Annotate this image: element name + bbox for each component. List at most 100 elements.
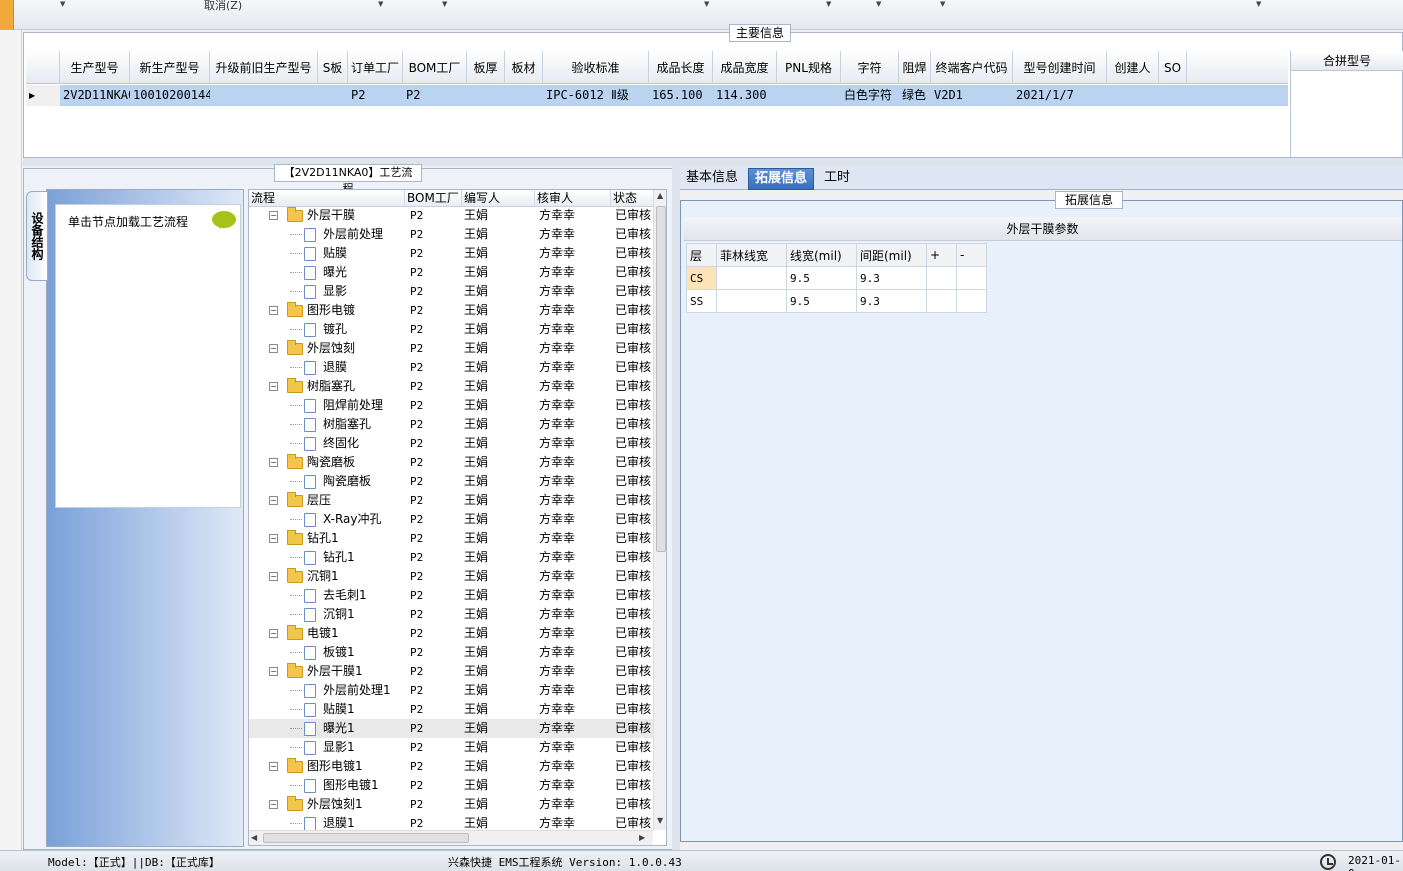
- tree-row[interactable]: 显影1 P2 王娟 方幸幸 已审核: [249, 738, 653, 757]
- scroll-down-icon[interactable]: ▼: [657, 816, 663, 825]
- collapse-toggle-icon[interactable]: −: [269, 458, 278, 467]
- main-cell[interactable]: [505, 85, 543, 106]
- tree-row[interactable]: 图形电镀1 P2 王娟 方幸幸 已审核: [249, 776, 653, 795]
- main-cell[interactable]: [777, 85, 841, 106]
- main-cell[interactable]: 绿色: [899, 85, 931, 106]
- main-cell[interactable]: 114.300: [713, 85, 777, 106]
- main-col-header[interactable]: 订单工厂: [348, 51, 403, 84]
- scroll-thumb[interactable]: [263, 833, 469, 843]
- main-col-header[interactable]: 终端客户代码: [931, 51, 1013, 84]
- dropdown-arrow-icon[interactable]: ▼: [378, 0, 383, 8]
- main-cell[interactable]: 2V2D11NKA0: [60, 85, 130, 106]
- tree-row[interactable]: 去毛刺1 P2 王娟 方幸幸 已审核: [249, 586, 653, 605]
- collapse-toggle-icon[interactable]: −: [269, 762, 278, 771]
- collapse-toggle-icon[interactable]: −: [269, 211, 278, 220]
- line-width-cell[interactable]: 9.5: [786, 266, 857, 290]
- horizontal-scrollbar[interactable]: ◀ ▶: [249, 830, 653, 845]
- main-col-header[interactable]: 成品长度: [649, 51, 713, 84]
- main-col-header[interactable]: 新生产型号: [130, 51, 210, 84]
- main-col-header[interactable]: BOM工厂: [403, 51, 467, 84]
- tree-row[interactable]: 镀孔 P2 王娟 方幸幸 已审核: [249, 320, 653, 339]
- film-line-width-cell[interactable]: [716, 266, 787, 290]
- tree-row[interactable]: − 外层干膜 P2 王娟 方幸幸 已审核: [249, 206, 653, 225]
- spacing-cell[interactable]: 9.3: [856, 289, 927, 313]
- remove-column-button[interactable]: -: [956, 243, 987, 267]
- main-cell[interactable]: [210, 85, 318, 106]
- row-selector-icon[interactable]: ▶: [26, 85, 60, 106]
- tree-row[interactable]: − 层压 P2 王娟 方幸幸 已审核: [249, 491, 653, 510]
- main-cell[interactable]: 白色字符: [841, 85, 899, 106]
- device-tree-box[interactable]: 单击节点加载工艺流程: [55, 204, 241, 508]
- main-cell[interactable]: [467, 85, 505, 106]
- spacing-cell[interactable]: 9.3: [856, 266, 927, 290]
- vertical-splitter[interactable]: [672, 166, 680, 850]
- plus-cell[interactable]: [926, 289, 957, 313]
- main-cell[interactable]: 10010200144624: [130, 85, 210, 106]
- tree-row[interactable]: X-Ray冲孔 P2 王娟 方幸幸 已审核: [249, 510, 653, 529]
- main-col-header[interactable]: 验收标准: [543, 51, 649, 84]
- collapse-toggle-icon[interactable]: −: [269, 667, 278, 676]
- main-col-header[interactable]: S板: [318, 51, 348, 84]
- tree-row[interactable]: − 图形电镀 P2 王娟 方幸幸 已审核: [249, 301, 653, 320]
- film-line-width-cell[interactable]: [716, 289, 787, 313]
- tab-work-hours[interactable]: 工时: [818, 168, 856, 190]
- tree-row[interactable]: 贴膜 P2 王娟 方幸幸 已审核: [249, 244, 653, 263]
- col-reviewer[interactable]: 核审人: [535, 190, 611, 207]
- main-cell[interactable]: V2D1: [931, 85, 1013, 106]
- layer-cell[interactable]: CS: [686, 266, 717, 290]
- tab-device-structure[interactable]: 设备结构: [26, 191, 48, 281]
- main-col-header[interactable]: 板厚: [467, 51, 505, 84]
- main-cell[interactable]: IPC-6012 Ⅱ级: [543, 85, 649, 106]
- plus-cell[interactable]: [926, 266, 957, 290]
- tree-row[interactable]: 外层前处理 P2 王娟 方幸幸 已审核: [249, 225, 653, 244]
- main-col-header[interactable]: 板材: [505, 51, 543, 84]
- scroll-right-icon[interactable]: ▶: [639, 833, 645, 842]
- col-bom-factory[interactable]: BOM工厂: [405, 190, 462, 207]
- tab-extended-info[interactable]: 拓展信息: [748, 168, 815, 190]
- main-cell[interactable]: [318, 85, 348, 106]
- dropdown-arrow-icon[interactable]: ▼: [1256, 0, 1261, 8]
- main-cell[interactable]: 2021/1/7: [1013, 85, 1107, 106]
- main-cell[interactable]: [1159, 85, 1187, 106]
- tree-row[interactable]: − 电镀1 P2 王娟 方幸幸 已审核: [249, 624, 653, 643]
- main-cell[interactable]: P2: [348, 85, 403, 106]
- tree-row[interactable]: 外层前处理1 P2 王娟 方幸幸 已审核: [249, 681, 653, 700]
- main-cell[interactable]: P2: [403, 85, 467, 106]
- tree-row[interactable]: − 外层蚀刻1 P2 王娟 方幸幸 已审核: [249, 795, 653, 814]
- main-col-header[interactable]: 阻焊: [899, 51, 931, 84]
- main-info-row[interactable]: ▶2V2D11NKA010010200144624 P2P2 IPC-6012 Ⅱ级…: [26, 85, 1288, 106]
- scroll-up-icon[interactable]: ▲: [657, 191, 663, 200]
- line-width-cell[interactable]: 9.5: [786, 289, 857, 313]
- collapse-toggle-icon[interactable]: −: [269, 496, 278, 505]
- tree-row[interactable]: − 外层干膜1 P2 王娟 方幸幸 已审核: [249, 662, 653, 681]
- params-row[interactable]: SS 9.5 9.3: [686, 289, 987, 313]
- collapse-toggle-icon[interactable]: −: [269, 344, 278, 353]
- tree-row[interactable]: − 树脂塞孔 P2 王娟 方幸幸 已审核: [249, 377, 653, 396]
- scroll-left-icon[interactable]: ◀: [251, 833, 257, 842]
- layer-cell[interactable]: SS: [686, 289, 717, 313]
- dropdown-arrow-icon[interactable]: ▼: [60, 0, 65, 8]
- collapse-toggle-icon[interactable]: −: [269, 306, 278, 315]
- tree-row[interactable]: − 沉铜1 P2 王娟 方幸幸 已审核: [249, 567, 653, 586]
- add-column-button[interactable]: +: [926, 243, 957, 267]
- dropdown-arrow-icon[interactable]: ▼: [704, 0, 709, 8]
- collapse-toggle-icon[interactable]: −: [269, 534, 278, 543]
- collapse-toggle-icon[interactable]: −: [269, 629, 278, 638]
- tree-row[interactable]: 终固化 P2 王娟 方幸幸 已审核: [249, 434, 653, 453]
- main-cell[interactable]: [1107, 85, 1159, 106]
- params-row[interactable]: CS 9.5 9.3: [686, 266, 987, 290]
- dropdown-arrow-icon[interactable]: ▼: [876, 0, 881, 8]
- main-cell[interactable]: 165.100: [649, 85, 713, 106]
- collapse-toggle-icon[interactable]: −: [269, 382, 278, 391]
- scroll-thumb[interactable]: [656, 206, 666, 552]
- tab-basic-info[interactable]: 基本信息: [680, 168, 744, 190]
- main-col-header[interactable]: PNL规格: [777, 51, 841, 84]
- col-status[interactable]: 状态: [611, 190, 653, 207]
- tree-row[interactable]: 显影 P2 王娟 方幸幸 已审核: [249, 282, 653, 301]
- tree-row[interactable]: − 陶瓷磨板 P2 王娟 方幸幸 已审核: [249, 453, 653, 472]
- main-col-header[interactable]: SO: [1159, 51, 1187, 84]
- tree-row[interactable]: 曝光1 P2 王娟 方幸幸 已审核: [249, 719, 653, 738]
- collapse-toggle-icon[interactable]: −: [269, 800, 278, 809]
- dropdown-arrow-icon[interactable]: ▼: [442, 0, 447, 8]
- tree-row[interactable]: − 外层蚀刻 P2 王娟 方幸幸 已审核: [249, 339, 653, 358]
